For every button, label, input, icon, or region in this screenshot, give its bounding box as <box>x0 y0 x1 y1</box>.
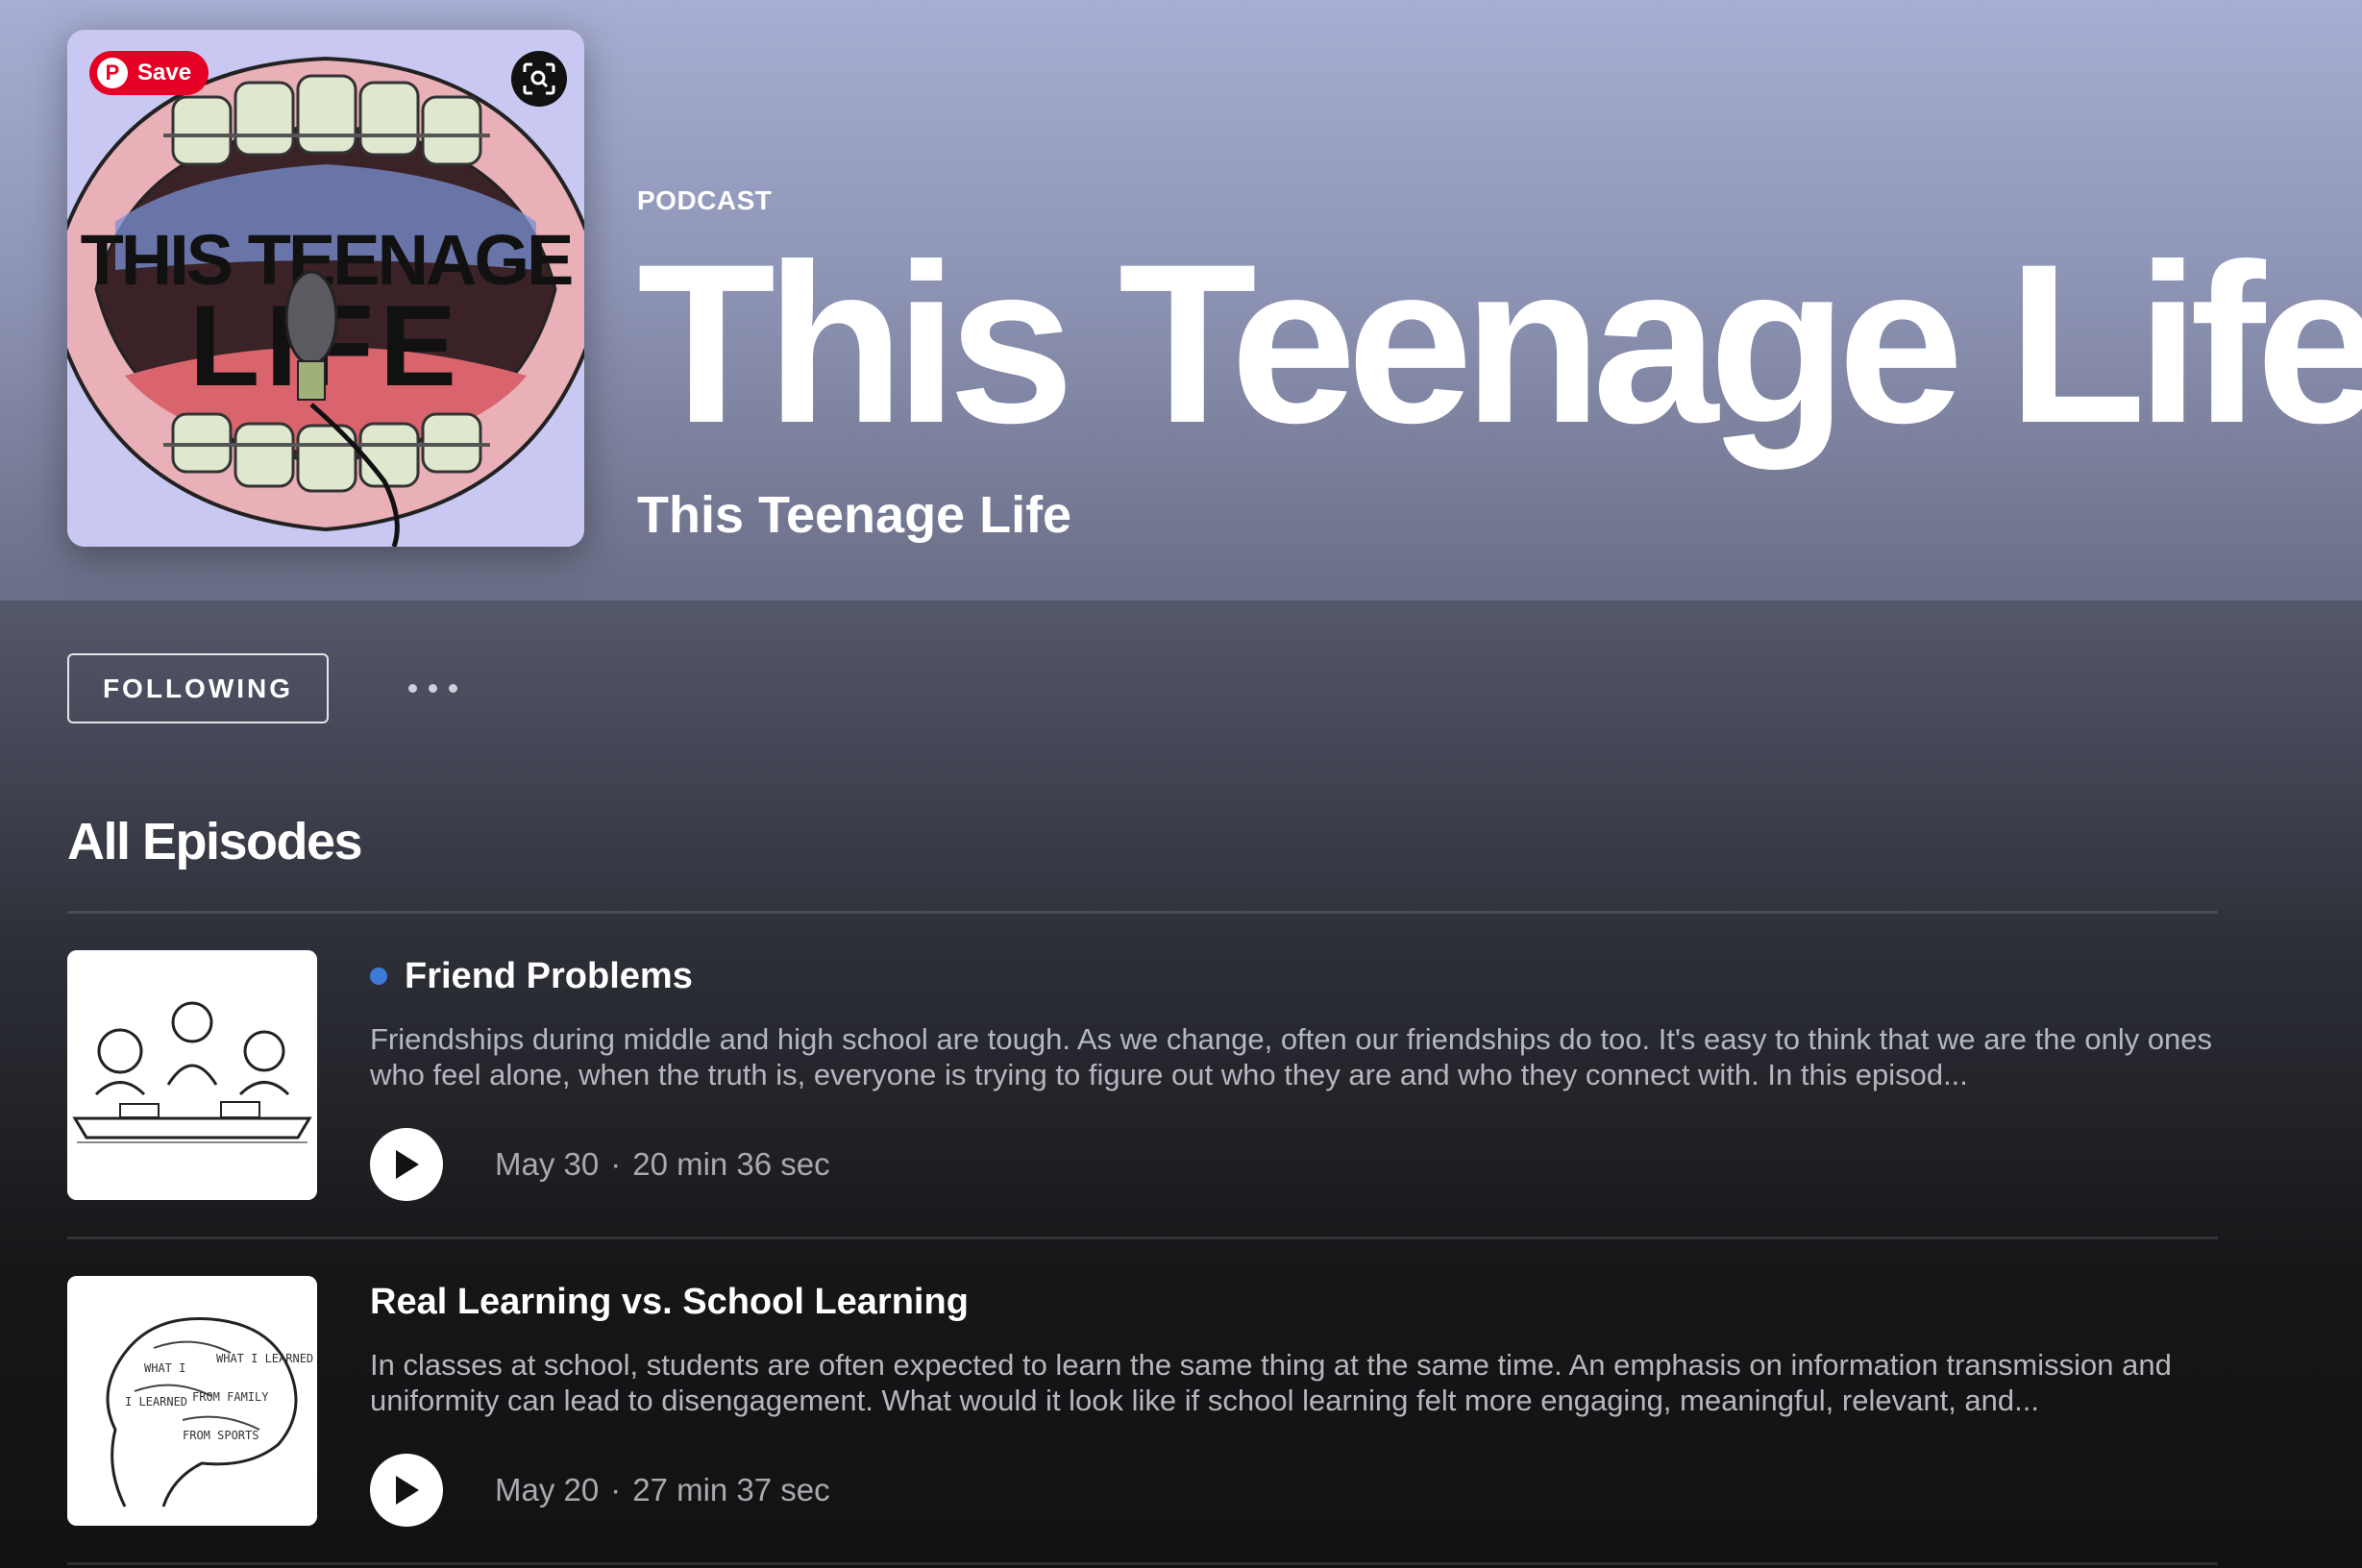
divider <box>67 1562 2218 1565</box>
divider <box>67 1237 2218 1239</box>
episode-meta: May 30 · 20 min 36 sec <box>495 1146 830 1183</box>
svg-text:I LEARNED: I LEARNED <box>125 1395 187 1409</box>
episode-thumbnail[interactable]: WHAT I I LEARNED WHAT I LEARNED FROM FAM… <box>67 1276 317 1526</box>
episode-duration: 20 min 36 sec <box>632 1146 830 1182</box>
following-button[interactable]: FOLLOWING <box>67 653 329 723</box>
svg-text:FROM FAMILY: FROM FAMILY <box>192 1390 269 1404</box>
episode-title-text: Real Learning vs. School Learning <box>370 1281 969 1322</box>
svg-text:WHAT I: WHAT I <box>144 1361 185 1375</box>
svg-text:FROM SPORTS: FROM SPORTS <box>183 1429 258 1442</box>
episode-date: May 30 <box>495 1146 600 1182</box>
new-episode-indicator <box>370 968 387 985</box>
podcast-cover-art[interactable]: THIS TEENAGE LIFE <box>67 30 584 547</box>
episode-duration: 27 min 37 sec <box>632 1472 830 1507</box>
page-title: This Teenage Life <box>637 217 2362 471</box>
more-horizontal-icon <box>448 683 457 693</box>
episode-row[interactable]: WHAT I I LEARNED WHAT I LEARNED FROM FAM… <box>67 1276 2218 1528</box>
episode-title[interactable]: Friend Problems <box>370 952 693 1000</box>
meta-separator: · <box>610 1472 622 1507</box>
episode-description: Friendships during middle and high schoo… <box>370 1022 2213 1091</box>
episode-thumbnail[interactable] <box>67 950 317 1200</box>
visual-search-icon <box>523 62 555 95</box>
save-label: Save <box>137 60 192 86</box>
meta-separator: · <box>610 1146 622 1182</box>
visual-search-button[interactable] <box>511 51 567 107</box>
episode-artwork: WHAT I I LEARNED WHAT I LEARNED FROM FAM… <box>67 1276 317 1526</box>
pinterest-save-button[interactable]: P Save <box>89 51 209 95</box>
publisher-name[interactable]: This Teenage Life <box>637 485 1071 545</box>
play-icon <box>396 1150 419 1179</box>
more-horizontal-icon <box>428 683 437 693</box>
play-button[interactable] <box>370 1454 443 1527</box>
section-title: All Episodes <box>67 813 363 870</box>
play-button[interactable] <box>370 1128 443 1201</box>
episode-description: In classes at school, students are often… <box>370 1348 2172 1417</box>
episode-row[interactable]: Friend Problems Friendships during middl… <box>67 950 2218 1202</box>
episode-meta: May 20 · 27 min 37 sec <box>495 1472 830 1508</box>
cover-illustration: THIS TEENAGE LIFE <box>67 30 584 547</box>
pinterest-icon: P <box>97 58 128 88</box>
episode-title-text: Friend Problems <box>405 955 693 996</box>
more-options-button[interactable] <box>394 663 471 713</box>
play-icon <box>396 1476 419 1505</box>
episode-title[interactable]: Real Learning vs. School Learning <box>370 1278 969 1326</box>
more-horizontal-icon <box>407 683 417 693</box>
divider <box>67 911 2218 914</box>
episode-artwork <box>67 950 317 1200</box>
episode-date: May 20 <box>495 1472 600 1507</box>
svg-text:WHAT I LEARNED: WHAT I LEARNED <box>216 1352 313 1365</box>
content-type-label: PODCAST <box>637 185 773 215</box>
